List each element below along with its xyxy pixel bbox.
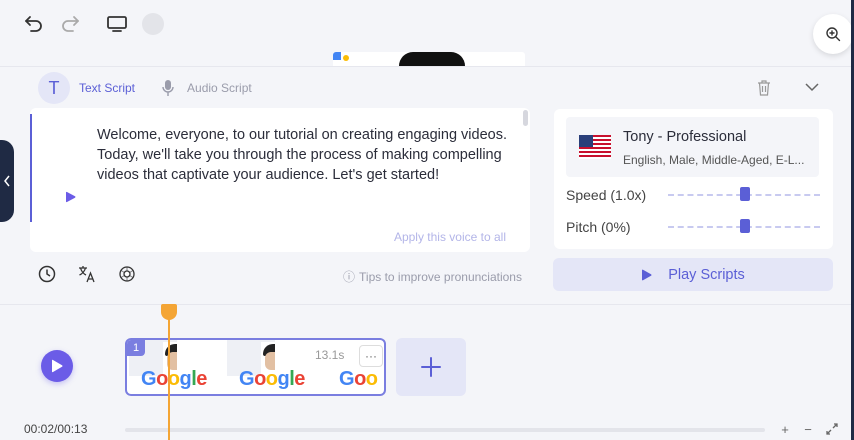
script-tabs: T Text Script Audio Script	[38, 72, 252, 104]
microphone-icon	[162, 80, 174, 96]
apply-voice-link[interactable]: Apply this voice to all	[394, 230, 506, 244]
openai-icon[interactable]	[117, 264, 137, 284]
script-editor[interactable]: Welcome, everyone, to our tutorial on cr…	[30, 108, 530, 252]
current-time: 00:02/00:13	[24, 422, 88, 436]
script-text[interactable]: Welcome, everyone, to our tutorial on cr…	[97, 125, 507, 185]
pitch-slider[interactable]: Pitch (0%)	[566, 217, 826, 237]
trash-icon[interactable]	[757, 80, 771, 99]
fit-timeline-icon[interactable]	[825, 422, 839, 436]
voice-selector[interactable]: Tony - Professional English, Male, Middl…	[566, 117, 819, 177]
voice-description: English, Male, Middle-Aged, E-L...	[623, 153, 805, 167]
translate-icon[interactable]	[77, 264, 97, 284]
chevron-down-icon[interactable]	[804, 80, 820, 95]
video-preview-strip	[333, 52, 525, 66]
tab-text-script[interactable]: Text Script	[79, 81, 135, 95]
tab-audio-script[interactable]: Audio Script	[161, 79, 252, 97]
script-tools	[37, 264, 137, 284]
tips-label: Tips to improve pronunciations	[359, 269, 522, 284]
google-logo: Google	[239, 368, 305, 390]
chevron-left-icon	[4, 175, 10, 187]
timeline-scrollbar[interactable]	[125, 428, 765, 432]
clock-icon[interactable]	[37, 264, 57, 284]
pronunciation-tips[interactable]: ⓘ Tips to improve pronunciations	[343, 268, 522, 285]
speed-thumb[interactable]	[740, 187, 750, 201]
status-indicator[interactable]	[142, 13, 164, 35]
speed-slider[interactable]: Speed (1.0x)	[566, 185, 826, 205]
script-scrollbar[interactable]	[523, 110, 528, 126]
info-icon: ⓘ	[343, 270, 356, 284]
play-segment-icon[interactable]	[64, 191, 76, 206]
text-script-icon[interactable]: T	[38, 72, 70, 104]
play-scripts-button[interactable]: Play Scripts	[553, 258, 833, 291]
us-flag-icon	[579, 135, 611, 159]
play-icon	[642, 269, 652, 280]
zoom-in-icon	[826, 27, 841, 42]
playhead-line[interactable]	[168, 316, 170, 440]
more-options-button[interactable]: ···	[359, 345, 383, 367]
voice-settings: Tony - Professional English, Male, Middl…	[554, 109, 833, 249]
timeline-clip[interactable]: 1 Google Google Goo 13.1s ···	[125, 338, 386, 396]
timeline-zoom-in-button[interactable]: +	[778, 422, 792, 437]
zoom-in-button[interactable]	[813, 14, 853, 54]
speed-label: Speed (1.0x)	[566, 187, 647, 203]
google-logo: Goo	[339, 368, 378, 390]
top-toolbar	[0, 0, 854, 66]
clip-number: 1	[127, 340, 145, 356]
timeline-zoom-out-button[interactable]: −	[801, 422, 815, 437]
script-accent-line	[30, 114, 32, 222]
add-clip-button[interactable]	[396, 338, 466, 396]
collapse-panel-button[interactable]	[0, 140, 14, 222]
plus-icon	[421, 357, 441, 377]
play-icon	[52, 359, 63, 373]
voice-name: Tony - Professional	[623, 129, 747, 145]
play-scripts-label: Play Scripts	[668, 266, 745, 283]
monitor-icon[interactable]	[105, 12, 129, 36]
google-logo: Google	[141, 368, 207, 390]
redo-icon[interactable]	[58, 12, 82, 36]
clip-duration: 13.1s	[315, 348, 345, 362]
play-button[interactable]	[41, 350, 73, 382]
undo-icon[interactable]	[22, 12, 46, 36]
pitch-thumb[interactable]	[740, 219, 750, 233]
pitch-label: Pitch (0%)	[566, 219, 631, 235]
